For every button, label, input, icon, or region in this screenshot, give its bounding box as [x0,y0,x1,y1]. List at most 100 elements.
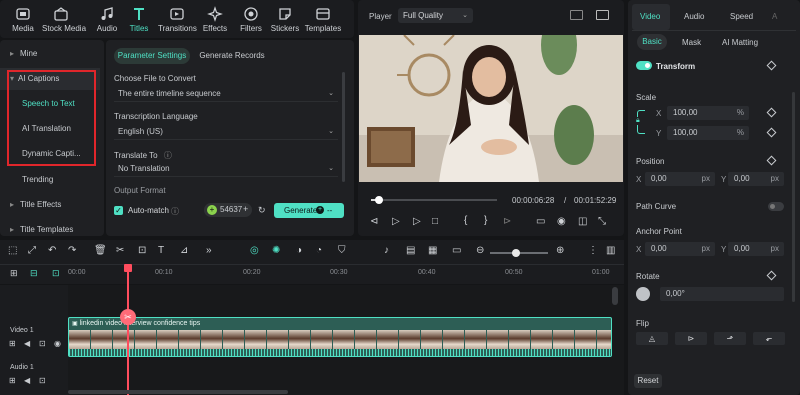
anchor-y-input[interactable]: 0,00 px [728,242,784,256]
speed-icon[interactable]: ◔ [316,245,322,256]
toolbar-stock-media-button[interactable]: Stock Media [42,6,86,33]
anchor-x-input[interactable]: 0,00 px [645,242,715,256]
subtitle-icon[interactable]: ▤ [406,245,415,256]
select-icon[interactable]: ⬚ [8,245,17,256]
flip-horizontal-icon[interactable]: ◬ [636,332,668,345]
subtab-basic[interactable]: Basic [637,34,667,50]
timeline-ruler[interactable] [0,264,624,284]
translate-select[interactable]: No Translation ⌄ [114,161,338,177]
sidebar-item-title-effects[interactable]: ▸ Title Effects [0,194,100,216]
more-tools-icon[interactable]: » [206,245,212,256]
track-audio-icon[interactable]: ◀︎ [24,376,30,385]
display-icon[interactable]: ▭ [536,216,545,227]
marker-icon[interactable]: ⊳ [503,216,511,227]
video-preview[interactable] [359,35,623,182]
help-icon[interactable]: ⓘ [164,151,172,160]
transform-toggle[interactable] [636,61,652,70]
prev-frame-icon[interactable]: ⊲ [370,216,378,227]
step-play-icon[interactable]: ▷ [392,216,400,227]
delete-icon[interactable]: 🗑︎ [94,245,107,256]
toolbar-filters-button[interactable]: Filters [232,6,270,33]
position-y-input[interactable]: 0,00 px [728,172,784,186]
automatch-checkbox[interactable]: ✓ [114,206,123,215]
track-audio-icon[interactable]: ◀︎ [24,339,30,348]
rotate-left-icon[interactable]: ⬐ [753,332,785,345]
scrollbar[interactable] [342,72,345,182]
grid-icon[interactable]: ⋮ [588,245,598,256]
scissors-icon[interactable]: ✂ [120,309,136,325]
add-credits-icon[interactable]: + [243,204,248,214]
track-add-icon[interactable]: ⊞ [9,339,16,348]
toolbar-transitions-button[interactable]: Transitions [158,6,197,33]
player-progress-track[interactable] [371,199,497,201]
text-icon[interactable]: T [158,245,164,256]
rotate-input[interactable]: 0,00° [660,287,784,301]
fullscreen-icon[interactable]: ⤡ [598,216,606,227]
cut-icon[interactable]: ✂ [116,245,124,256]
generate-button[interactable]: Generate + -- [274,203,344,218]
crop-icon[interactable]: ⊡ [138,245,146,256]
mosaic-icon[interactable]: ▦ [428,245,437,256]
tab-more[interactable]: A [772,12,777,21]
preview-icon[interactable]: ▭ [452,245,461,256]
toolbar-effects-button[interactable]: Effects [196,6,234,33]
toolbar-stickers-button[interactable]: Stickers [266,6,304,33]
path-curve-toggle[interactable] [768,202,784,211]
track-lock-icon[interactable]: ⊡ [39,339,46,348]
mark-out-icon[interactable]: } [484,215,487,226]
layout-icon[interactable]: ▥ [606,245,615,256]
subtab-ai-matting[interactable]: AI Matting [722,38,758,47]
scale-y-input[interactable]: 100,00% [667,126,749,140]
video-clip[interactable]: ▣ linkedin video interview confidence ti… [68,317,612,357]
audio-meter-icon[interactable]: ◫ [578,216,587,227]
tab-video[interactable]: Video [640,12,660,21]
stop-icon[interactable]: □ [432,216,438,227]
mic-icon[interactable]: ♪ [384,245,389,256]
tab-speed[interactable]: Speed [730,12,753,21]
zoom-slider-handle[interactable] [512,249,520,257]
rotate-dial[interactable] [636,287,650,301]
toolbar-media-button[interactable]: Media [4,6,42,33]
mark-in-icon[interactable]: { [464,215,467,226]
redo-icon[interactable]: ↷ [68,245,76,256]
tab-generate-records[interactable]: Generate Records [196,48,268,64]
zoom-in-icon[interactable]: ⊕ [556,245,564,256]
camera-icon[interactable]: ◉ [557,216,566,227]
sidebar-item-title-templates[interactable]: ▸ Title Templates [0,219,100,235]
timeline-vscroll[interactable] [612,287,618,305]
position-x-input[interactable]: 0,00 px [645,172,715,186]
tab-audio[interactable]: Audio [684,12,704,21]
grid-view-icon[interactable] [570,10,583,20]
playhead[interactable] [127,264,129,395]
toolbar-titles-button[interactable]: Titles [120,6,158,33]
link-icon[interactable]: ⊟ [30,268,38,279]
shield-icon[interactable]: ⛉ [338,245,346,256]
player-progress-handle[interactable] [374,196,383,204]
snapshot-icon[interactable] [596,10,609,20]
lock-icon[interactable]: 🔒︎ [636,117,640,125]
play-icon[interactable]: ▷ [413,216,421,227]
help-icon[interactable]: ⓘ [171,206,179,217]
zoom-slider[interactable] [490,249,548,257]
refresh-icon[interactable]: ↻ [258,205,266,216]
toolbar-templates-button[interactable]: Templates [304,6,342,33]
quality-select[interactable]: Full Quality ⌄ [398,8,473,23]
timeline-hscroll[interactable] [68,390,288,394]
flip-vertical-icon[interactable]: ⊳ [675,332,707,345]
auto-icon[interactable]: ✺ [272,245,280,256]
sidebar-item-trending[interactable]: Trending [0,169,100,191]
snap-icon[interactable]: ⊡ [52,268,60,279]
reset-button[interactable]: Reset [634,374,662,388]
add-track-icon[interactable]: ⊞ [10,268,18,279]
subtab-mask[interactable]: Mask [682,38,701,47]
ai-icon[interactable]: ◎ [250,245,259,256]
transform-icon[interactable]: ⊿ [180,245,188,256]
track-add-icon[interactable]: ⊞ [9,376,16,385]
sidebar-item-mine[interactable]: ▸ Mine [0,43,100,65]
tab-parameter-settings[interactable]: Parameter Settings [114,48,190,64]
color-icon[interactable]: ◑ [296,245,302,256]
playhead-handle[interactable] [124,264,132,272]
properties-scrollbar[interactable] [792,92,795,302]
eye-icon[interactable]: ◉ [54,339,61,348]
pointer-icon[interactable]: ⤢ [28,245,36,256]
